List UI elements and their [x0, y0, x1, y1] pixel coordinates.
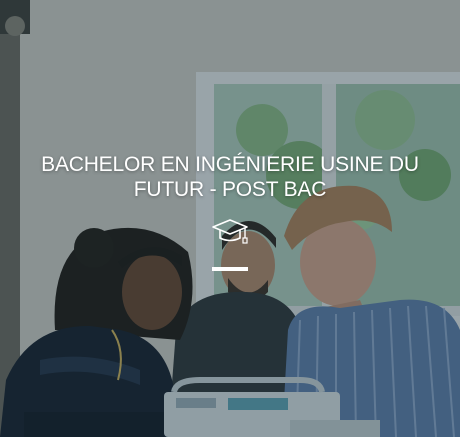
title-underline	[212, 267, 248, 271]
graduation-cap-icon	[212, 219, 248, 244]
card-content: BACHELOR EN INGÉNIERIE USINE DU FUTUR - …	[0, 152, 460, 271]
program-title[interactable]: BACHELOR EN INGÉNIERIE USINE DU FUTUR - …	[20, 152, 440, 202]
program-card[interactable]: BACHELOR EN INGÉNIERIE USINE DU FUTUR - …	[0, 0, 460, 437]
